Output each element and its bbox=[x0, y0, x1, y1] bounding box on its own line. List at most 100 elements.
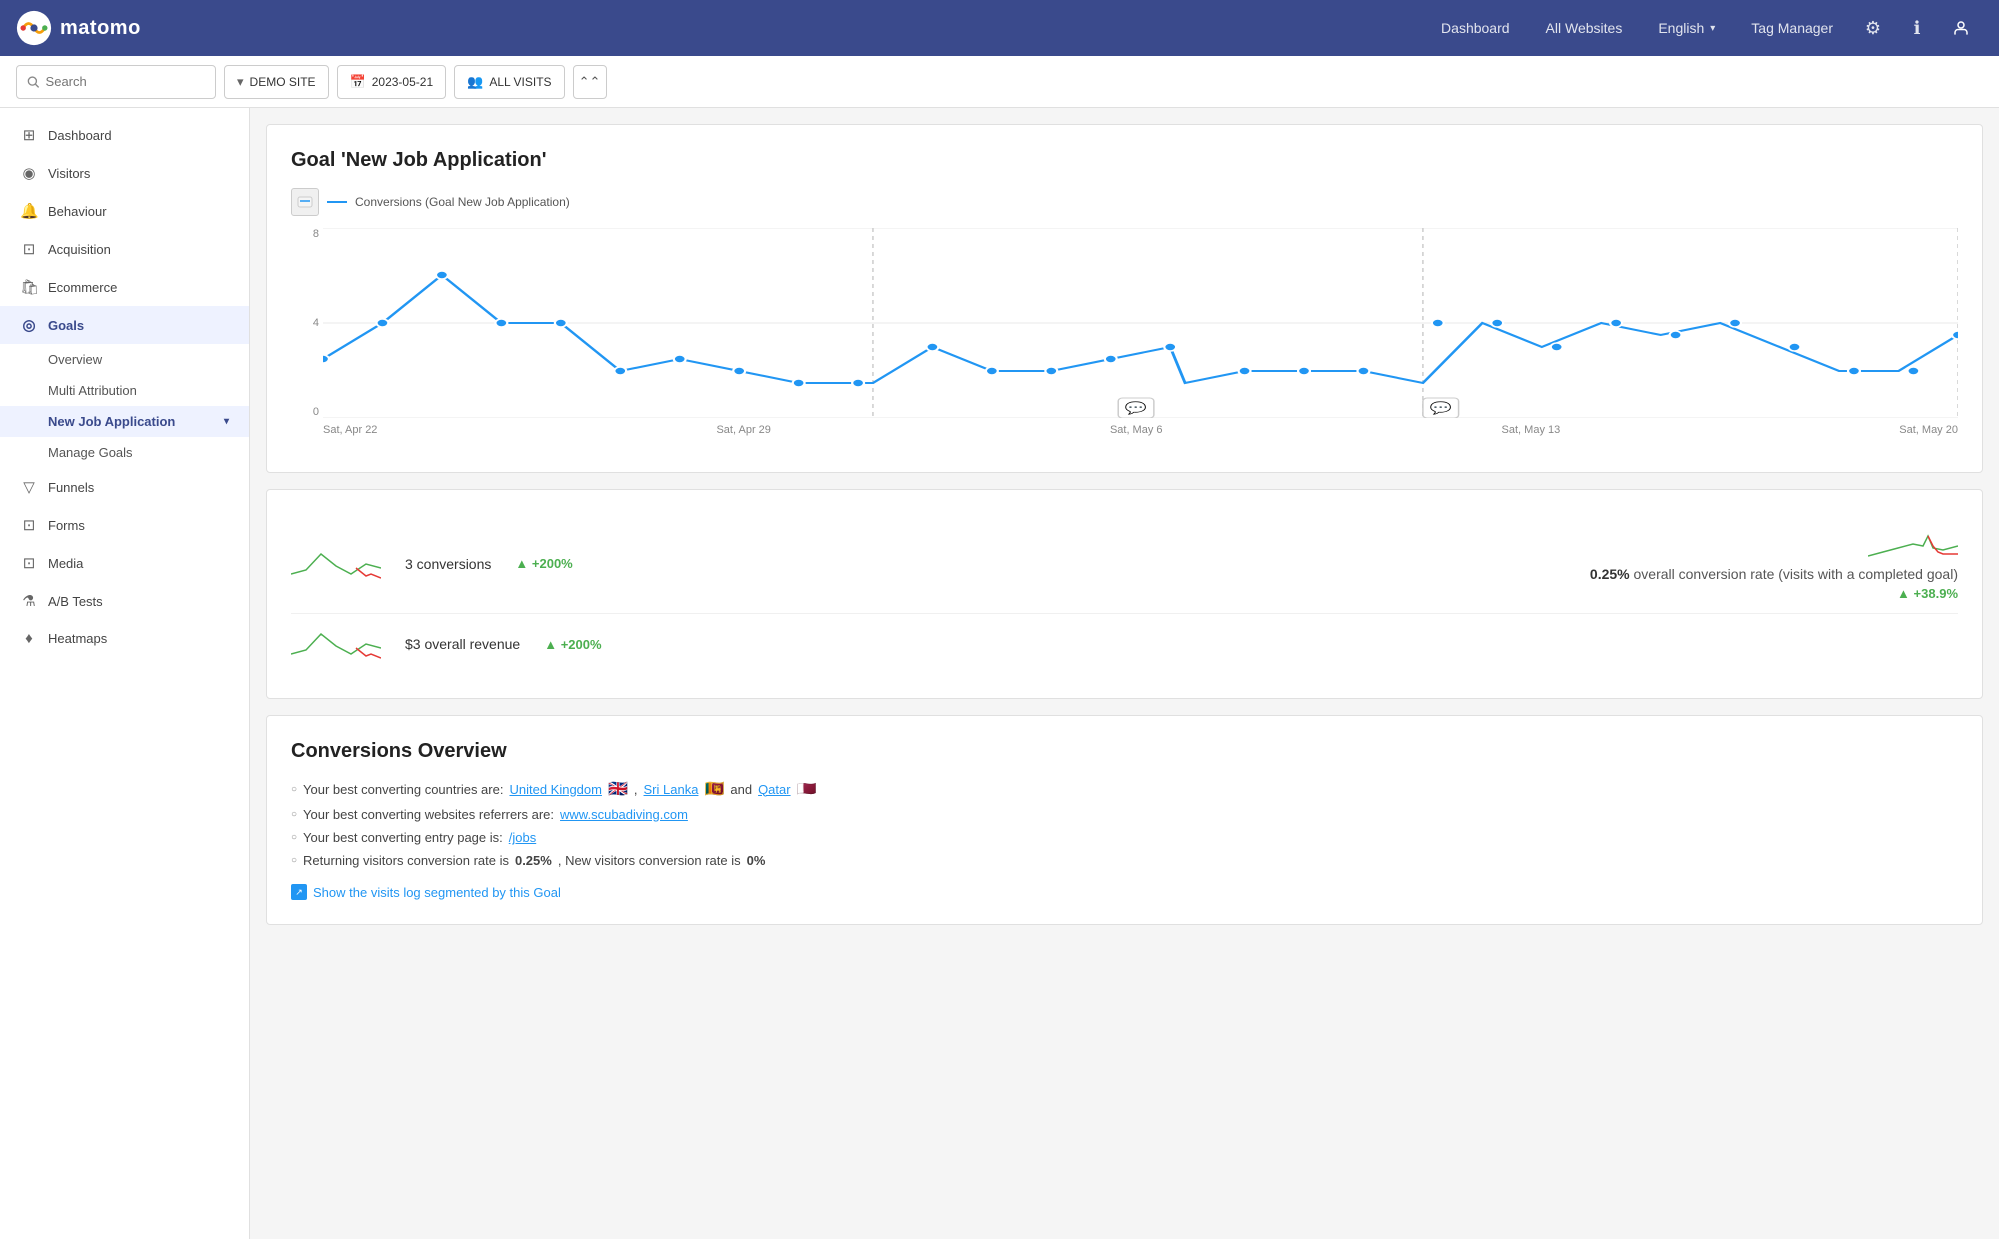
info-icon[interactable]: ℹ bbox=[1895, 0, 1939, 56]
sidebar-item-media[interactable]: ⊡ Media bbox=[0, 544, 249, 582]
conversions-value: 3 conversions bbox=[405, 556, 491, 572]
entry-page-link[interactable]: /jobs bbox=[509, 830, 536, 845]
all-visits-button[interactable]: 👥 ALL VISITS bbox=[454, 65, 564, 99]
sidebar-item-funnels[interactable]: ▽ Funnels bbox=[0, 468, 249, 506]
sidebar-item-ab-tests[interactable]: ⚗ A/B Tests bbox=[0, 582, 249, 620]
nav-items: Dashboard All Websites English ▾ Tag Man… bbox=[1423, 0, 1983, 56]
acquisition-icon: ⊡ bbox=[20, 240, 38, 258]
rate-up-arrow-icon: ▲ bbox=[1897, 586, 1910, 601]
forms-icon: ⊡ bbox=[20, 516, 38, 534]
nav-english[interactable]: English ▾ bbox=[1640, 0, 1733, 56]
sidebar-item-behaviour[interactable]: 🔔 Behaviour bbox=[0, 192, 249, 230]
top-navigation: matomo Dashboard All Websites English ▾ … bbox=[0, 0, 1999, 56]
conversions-stat-row: 3 conversions ▲ +200% 0.25% overall conv… bbox=[291, 514, 1958, 614]
ab-tests-icon: ⚗ bbox=[20, 592, 38, 610]
qatar-flag: 🇶🇦 bbox=[797, 779, 817, 799]
stats-card: 3 conversions ▲ +200% 0.25% overall conv… bbox=[266, 489, 1983, 699]
sidebar-item-acquisition[interactable]: ⊡ Acquisition bbox=[0, 230, 249, 268]
goal-chart-card: Goal 'New Job Application' Conversions (… bbox=[266, 124, 1983, 473]
user-icon[interactable] bbox=[1939, 0, 1983, 56]
nav-dashboard[interactable]: Dashboard bbox=[1423, 0, 1528, 56]
rate-change: ▲ +38.9% bbox=[1897, 586, 1958, 601]
collapse-button[interactable]: ⌃⌃ bbox=[573, 65, 607, 99]
goal-chart-title: Goal 'New Job Application' bbox=[291, 149, 1958, 172]
conv-item-entry-page: Your best converting entry page is: /job… bbox=[291, 830, 1958, 845]
brand-name: matomo bbox=[60, 17, 141, 40]
sidebar-sub-manage-goals[interactable]: Manage Goals bbox=[0, 437, 249, 468]
goal-chart-container: 8 4 0 bbox=[291, 228, 1958, 448]
conversion-rate-stat: 0.25% overall conversion rate (visits wi… bbox=[1590, 526, 1958, 601]
returning-rate: 0.25% bbox=[515, 853, 552, 868]
y-label-8: 8 bbox=[291, 228, 319, 240]
chevron-icon: ▾ bbox=[224, 416, 229, 427]
x-label-apr29: Sat, Apr 29 bbox=[716, 424, 770, 436]
sidebar-item-heatmaps[interactable]: ♦ Heatmaps bbox=[0, 620, 249, 657]
uk-link[interactable]: United Kingdom bbox=[509, 782, 602, 797]
sidebar-item-goals[interactable]: ◎ Goals bbox=[0, 306, 249, 344]
english-chevron-icon: ▾ bbox=[1710, 23, 1715, 34]
demo-site-button[interactable]: ▾ DEMO SITE bbox=[224, 65, 329, 99]
revenue-up-arrow-icon: ▲ bbox=[544, 637, 557, 652]
sidebar-item-forms[interactable]: ⊡ Forms bbox=[0, 506, 249, 544]
qatar-link[interactable]: Qatar bbox=[758, 782, 791, 797]
nav-all-websites[interactable]: All Websites bbox=[1528, 0, 1641, 56]
svg-text:💬: 💬 bbox=[1430, 401, 1452, 415]
ecommerce-icon: 🛍 bbox=[20, 278, 38, 296]
chart-svg-area: 💬 💬 bbox=[323, 228, 1958, 418]
rate-value: 0.25% overall conversion rate (visits wi… bbox=[1590, 566, 1958, 582]
referrer-link[interactable]: www.scubadiving.com bbox=[560, 807, 688, 822]
conv-item-referrers: Your best converting websites referrers … bbox=[291, 807, 1958, 822]
srilanka-link[interactable]: Sri Lanka bbox=[644, 782, 699, 797]
conversions-list: Your best converting countries are: Unit… bbox=[291, 779, 1958, 868]
show-visits-log-link[interactable]: ↗ Show the visits log segmented by this … bbox=[291, 884, 561, 900]
sidebar-item-dashboard[interactable]: ⊞ Dashboard bbox=[0, 116, 249, 154]
conversions-change: ▲ +200% bbox=[515, 556, 572, 571]
main-content: Goal 'New Job Application' Conversions (… bbox=[250, 108, 1999, 1239]
chart-legend: Conversions (Goal New Job Application) bbox=[291, 188, 1958, 216]
sidebar-item-visitors[interactable]: ◉ Visitors bbox=[0, 154, 249, 192]
chart-x-labels: Sat, Apr 22 Sat, Apr 29 Sat, May 6 Sat, … bbox=[323, 418, 1958, 448]
search-icon bbox=[27, 75, 40, 89]
sidebar-sub-multi-attribution[interactable]: Multi Attribution bbox=[0, 375, 249, 406]
revenue-change: ▲ +200% bbox=[544, 637, 601, 652]
behaviour-icon: 🔔 bbox=[20, 202, 38, 220]
sidebar-sub-new-job-application[interactable]: New Job Application ▾ bbox=[0, 406, 249, 437]
revenue-stat-row: $3 overall revenue ▲ +200% bbox=[291, 614, 1958, 674]
new-rate: 0% bbox=[747, 853, 766, 868]
visitors-icon: ◉ bbox=[20, 164, 38, 182]
y-label-4: 4 bbox=[291, 317, 319, 329]
nav-tag-manager[interactable]: Tag Manager bbox=[1733, 0, 1851, 56]
x-label-may13: Sat, May 13 bbox=[1502, 424, 1561, 436]
conv-item-rates: Returning visitors conversion rate is 0.… bbox=[291, 853, 1958, 868]
sidebar: ⊞ Dashboard ◉ Visitors 🔔 Behaviour ⊡ Acq… bbox=[0, 108, 250, 1239]
revenue-sparkline bbox=[291, 626, 381, 662]
x-label-may6: Sat, May 6 bbox=[1110, 424, 1163, 436]
chart-svg: 💬 💬 bbox=[323, 228, 1958, 418]
visitors-icon: 👥 bbox=[467, 74, 483, 90]
toolbar: ▾ DEMO SITE 📅 2023-05-21 👥 ALL VISITS ⌃⌃ bbox=[0, 56, 1999, 108]
search-box[interactable] bbox=[16, 65, 216, 99]
sidebar-item-ecommerce[interactable]: 🛍 Ecommerce bbox=[0, 268, 249, 306]
conversions-overview-card: Conversions Overview Your best convertin… bbox=[266, 715, 1983, 925]
x-label-may20: Sat, May 20 bbox=[1899, 424, 1958, 436]
funnels-icon: ▽ bbox=[20, 478, 38, 496]
calendar-icon: 📅 bbox=[350, 74, 366, 90]
sidebar-sub-overview[interactable]: Overview bbox=[0, 344, 249, 375]
conversions-overview-title: Conversions Overview bbox=[291, 740, 1958, 763]
chart-y-labels: 8 4 0 bbox=[291, 228, 319, 418]
heatmaps-icon: ♦ bbox=[20, 630, 38, 647]
media-icon: ⊡ bbox=[20, 554, 38, 572]
main-layout: ⊞ Dashboard ◉ Visitors 🔔 Behaviour ⊡ Acq… bbox=[0, 108, 1999, 1239]
dashboard-icon: ⊞ bbox=[20, 126, 38, 144]
svg-text:💬: 💬 bbox=[1125, 401, 1147, 415]
settings-icon[interactable]: ⚙ bbox=[1851, 0, 1895, 56]
x-label-apr22: Sat, Apr 22 bbox=[323, 424, 377, 436]
date-button[interactable]: 📅 2023-05-21 bbox=[337, 65, 447, 99]
legend-line bbox=[327, 201, 347, 203]
search-input[interactable] bbox=[46, 74, 205, 89]
conv-item-countries: Your best converting countries are: Unit… bbox=[291, 779, 1958, 799]
log-link-icon: ↗ bbox=[291, 884, 307, 900]
logo[interactable]: matomo bbox=[16, 10, 141, 46]
legend-icon bbox=[291, 188, 319, 216]
uk-flag: 🇬🇧 bbox=[608, 779, 628, 799]
